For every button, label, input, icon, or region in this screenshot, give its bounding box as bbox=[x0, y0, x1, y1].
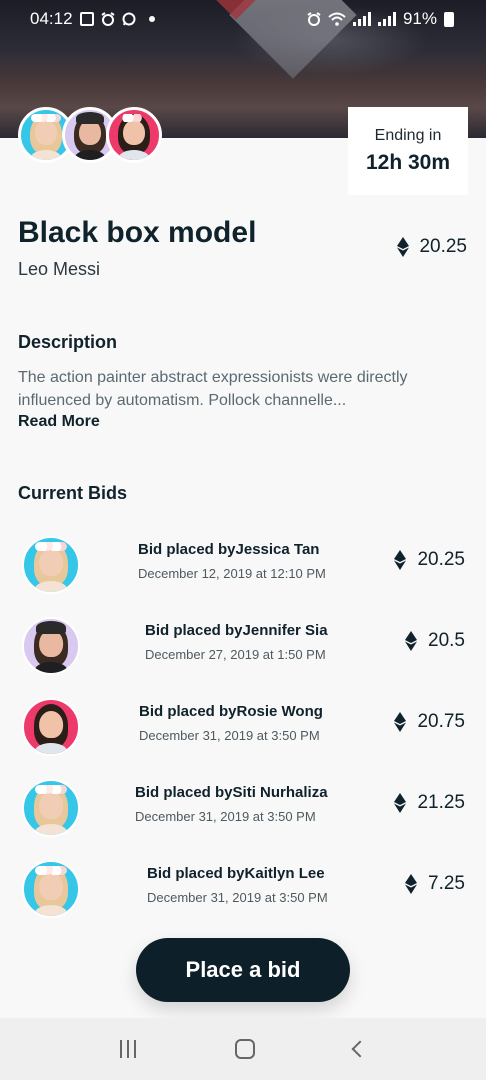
bid-bidder: Bid placed byRosie Wong bbox=[139, 703, 323, 720]
bid-date: December 31, 2019 at 3:50 PM bbox=[139, 728, 320, 743]
ethereum-icon bbox=[405, 874, 418, 894]
whatsapp-icon bbox=[122, 12, 136, 26]
ethereum-icon bbox=[397, 237, 410, 257]
battery-percent: 91% bbox=[402, 9, 437, 28]
bid-amount-value: 20.5 bbox=[428, 630, 465, 651]
wifi-icon bbox=[328, 12, 346, 26]
battery-icon bbox=[444, 11, 454, 27]
bid-bidder: Bid placed byJessica Tan bbox=[138, 541, 320, 558]
ending-label: Ending in bbox=[374, 127, 442, 144]
bid-row[interactable]: Bid placed byJessica Tan December 12, 20… bbox=[0, 535, 486, 615]
read-more-link[interactable]: Read More bbox=[18, 413, 100, 431]
owner-avatar[interactable] bbox=[106, 107, 162, 163]
description-heading: Description bbox=[18, 332, 118, 352]
item-price: 20.25 bbox=[396, 236, 467, 258]
ethereum-icon bbox=[394, 550, 407, 570]
bidder-avatar bbox=[22, 698, 80, 756]
item-price-value: 20.25 bbox=[419, 236, 467, 257]
bid-row[interactable]: Bid placed bySiti Nurhaliza December 31,… bbox=[0, 778, 486, 858]
alarm-icon bbox=[100, 12, 115, 26]
bid-amount-value: 20.75 bbox=[417, 711, 465, 732]
bidder-avatar bbox=[22, 779, 80, 837]
item-artist: Leo Messi bbox=[18, 259, 101, 279]
gallery-icon bbox=[79, 12, 94, 26]
bid-amount: 20.25 bbox=[393, 549, 465, 571]
bid-bidder: Bid placed byKaitlyn Lee bbox=[147, 865, 325, 882]
bid-row[interactable]: Bid placed byJennifer Sia December 27, 2… bbox=[0, 616, 486, 696]
home-icon[interactable] bbox=[234, 1039, 255, 1059]
bid-date: December 31, 2019 at 3:50 PM bbox=[135, 809, 316, 824]
bid-amount-value: 20.25 bbox=[417, 549, 465, 570]
bid-row[interactable]: Bid placed byRosie Wong December 31, 201… bbox=[0, 697, 486, 777]
ethereum-icon bbox=[394, 793, 407, 813]
bidder-avatar bbox=[22, 536, 80, 594]
bid-amount: 7.25 bbox=[404, 873, 465, 895]
bid-bidder: Bid placed byJennifer Sia bbox=[145, 622, 328, 639]
item-title: Black box model bbox=[18, 216, 257, 249]
place-bid-button[interactable]: Place a bid bbox=[136, 938, 350, 1002]
bid-amount-value: 7.25 bbox=[428, 873, 465, 894]
bid-row[interactable]: Bid placed byKaitlyn Lee December 31, 20… bbox=[0, 859, 486, 939]
recent-apps-icon[interactable] bbox=[119, 1040, 136, 1058]
description-text: The action painter abstract expressionis… bbox=[18, 369, 408, 409]
status-bar: 04:12 91% bbox=[0, 0, 486, 38]
alarm-icon bbox=[307, 12, 321, 26]
bid-bidder: Bid placed bySiti Nurhaliza bbox=[135, 784, 328, 801]
ethereum-icon bbox=[405, 631, 418, 651]
status-time: 04:12 bbox=[30, 9, 73, 28]
system-nav-bar bbox=[0, 1018, 486, 1080]
bid-date: December 12, 2019 at 12:10 PM bbox=[138, 566, 326, 581]
auction-timer-card: Ending in 12h 30m bbox=[348, 107, 468, 195]
signal-icon bbox=[352, 12, 371, 26]
bid-amount: 21.25 bbox=[393, 792, 465, 814]
back-icon[interactable] bbox=[351, 1040, 369, 1058]
ending-value: 12h 30m bbox=[365, 151, 451, 174]
bidder-avatar bbox=[22, 617, 80, 675]
bid-date: December 27, 2019 at 1:50 PM bbox=[145, 647, 326, 662]
bid-amount: 20.75 bbox=[393, 711, 465, 733]
ethereum-icon bbox=[394, 712, 407, 732]
current-bids-heading: Current Bids bbox=[18, 483, 128, 503]
bid-date: December 31, 2019 at 3:50 PM bbox=[147, 890, 328, 905]
bidder-avatar bbox=[22, 860, 80, 918]
bid-amount-value: 21.25 bbox=[417, 792, 465, 813]
signal-icon bbox=[377, 12, 396, 26]
notification-dot-icon bbox=[148, 16, 155, 22]
bid-amount: 20.5 bbox=[404, 630, 465, 652]
